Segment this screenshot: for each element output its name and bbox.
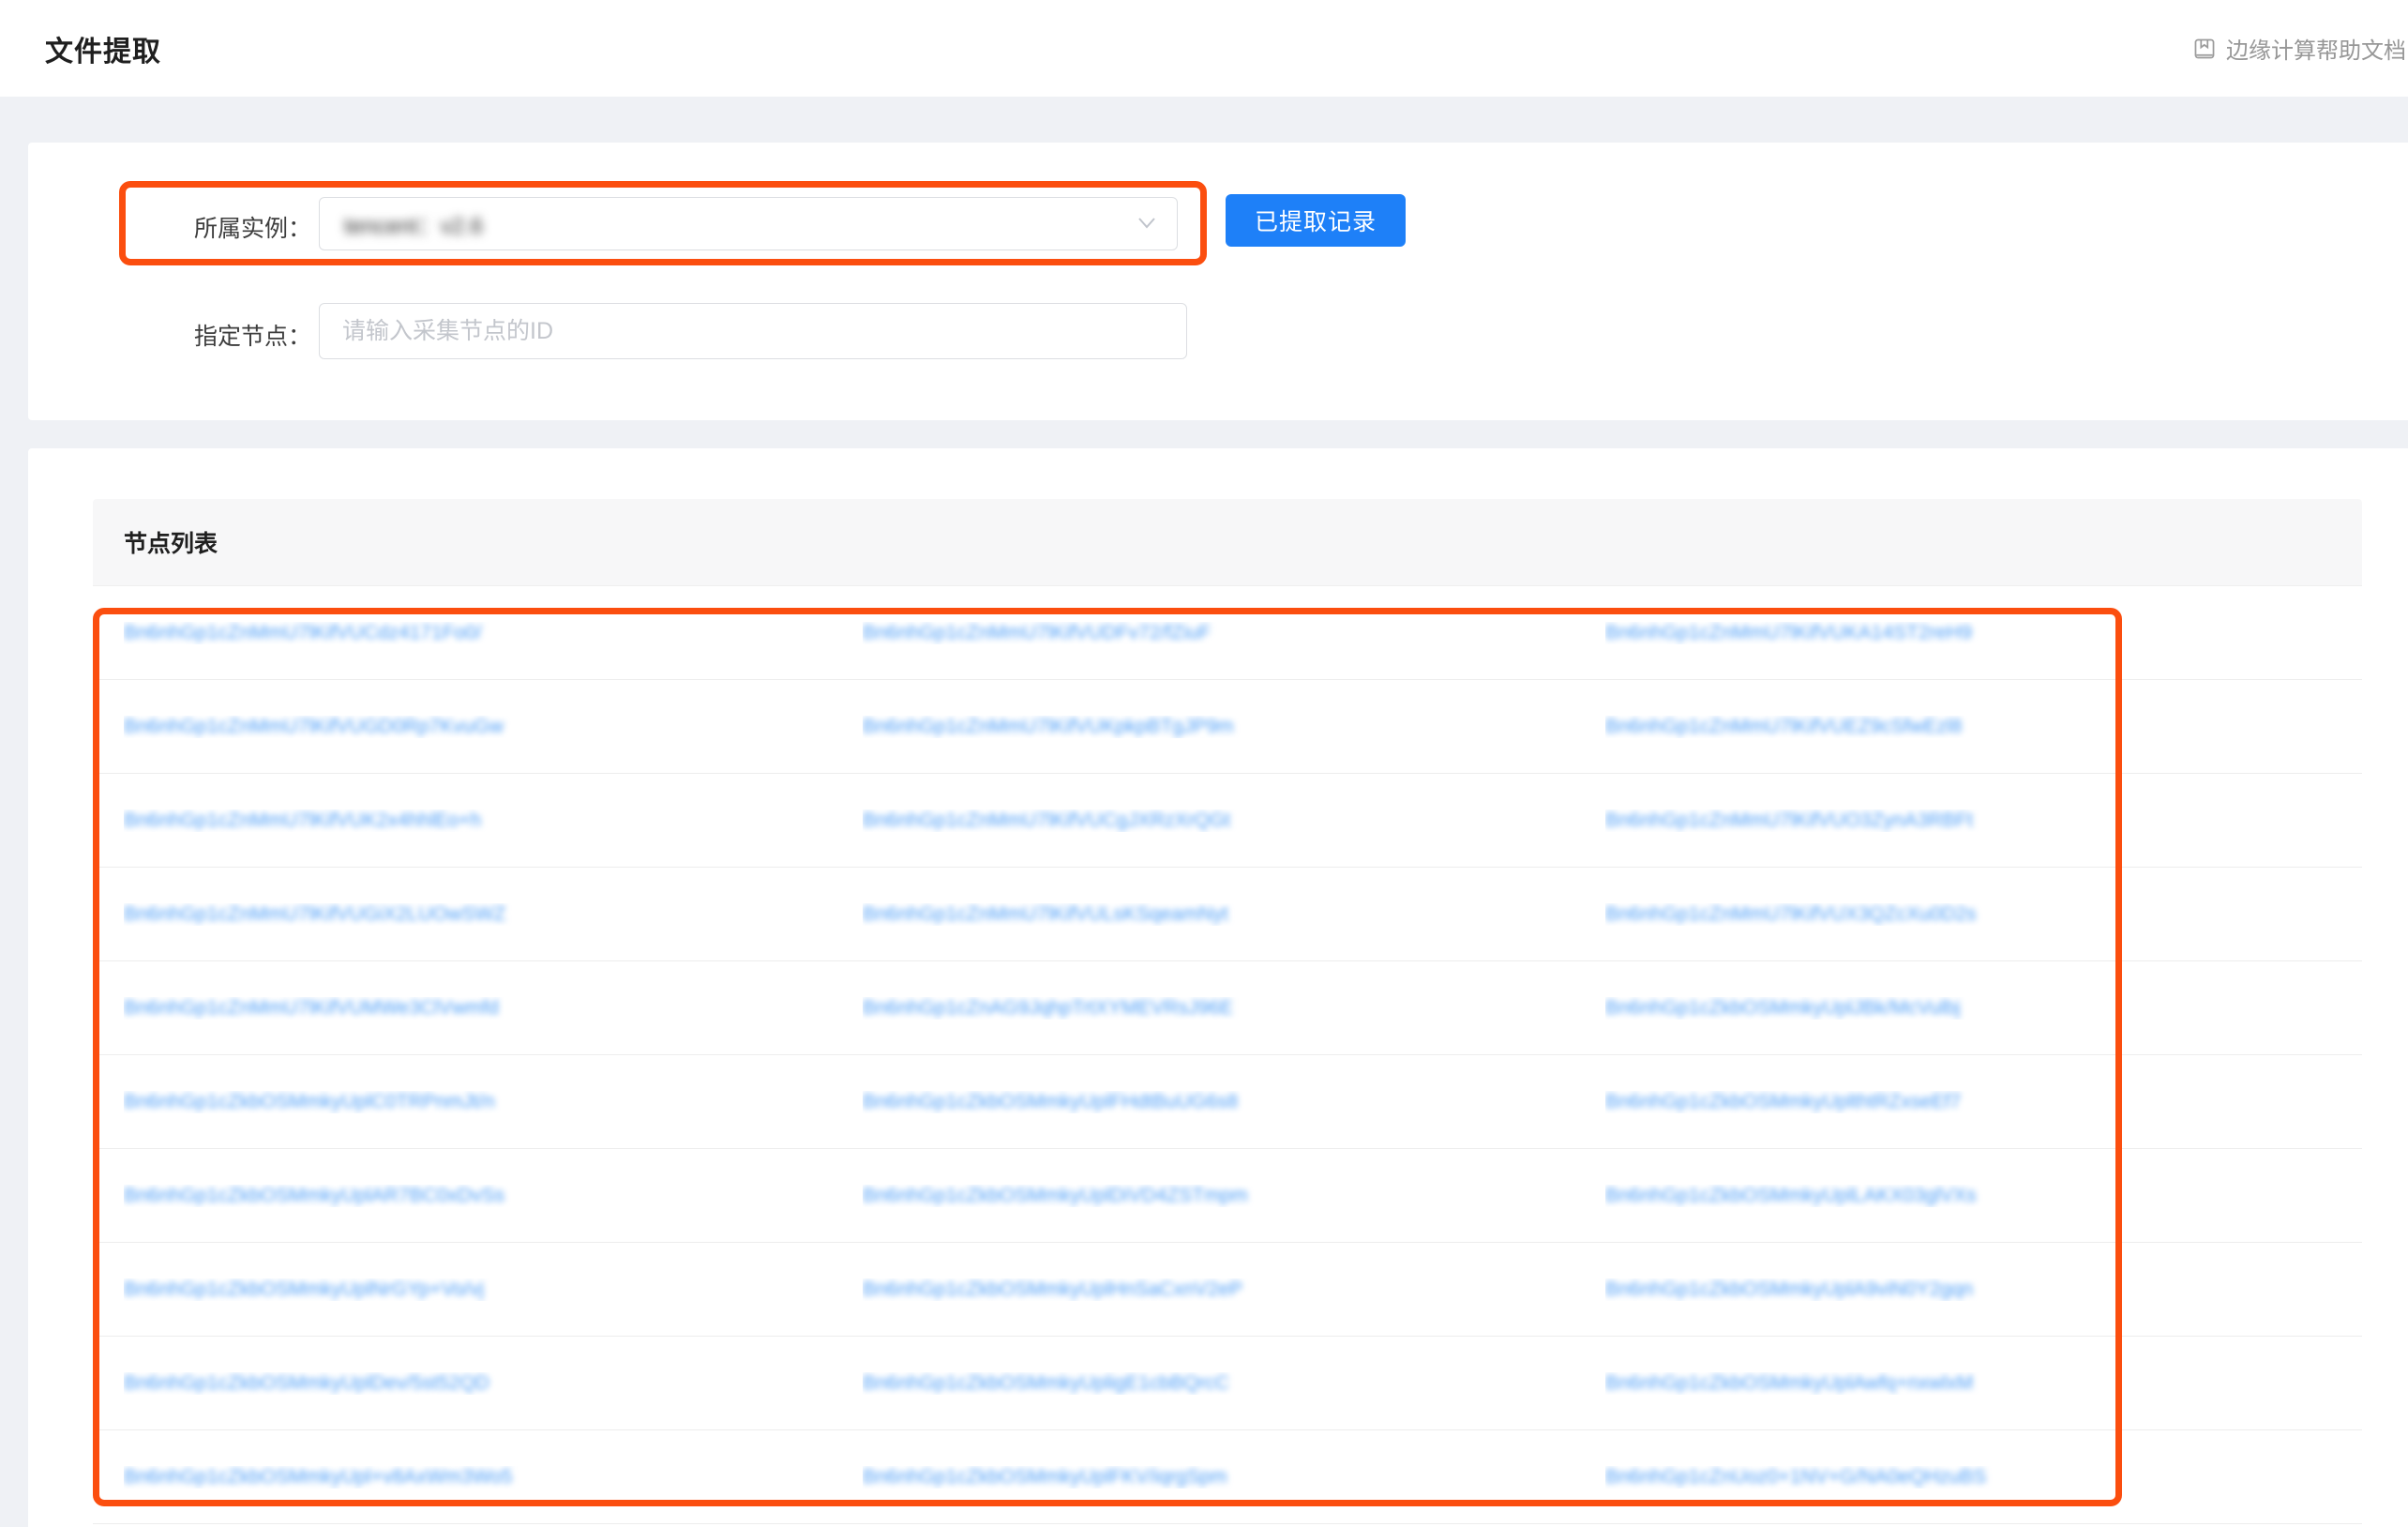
node-id-link[interactable]: Bn6nhGp1cZnUoz0+1NV+G/NA0eQHzuBS	[1605, 1466, 1986, 1488]
node-id-link[interactable]: Bn6nhGp1cZnMmU7lKifVUKA14ST2reH9	[1605, 622, 1972, 643]
node-list-card: 节点列表 Bn6nhGp1cZnMmU7lKifVUCdz4171Fo0/Bn6…	[28, 448, 2408, 1527]
node-id-cell: Bn6nhGp1cZnMmU7lKifVUDFv72/fZiuF	[863, 622, 1605, 644]
node-id-cell: Bn6nhGp1cZkbOSMmkyUplDev/5st52QD	[124, 1372, 863, 1395]
node-id-link[interactable]: Bn6nhGp1cZkbOSMmkyUplJBk/McVulbj	[1605, 997, 1961, 1019]
node-id-link[interactable]: Bn6nhGp1cZnMmU7lKifVUO3ZynA3RBFt	[1605, 809, 1973, 831]
node-id-link[interactable]: Bn6nhGp1cZnMmU7lKifVUCdz4171Fo0/	[124, 622, 482, 643]
instance-select-value: tencent：v2.6	[344, 207, 483, 240]
table-row: Bn6nhGp1cZnMmU7lKifVUGD0Rp7KvuGw Bn6nhGp1…	[93, 680, 2362, 774]
table-row: Bn6nhGp1cZnMmU7lKifVUK2x4hhlEo+h Bn6nhGp1…	[93, 774, 2362, 868]
node-id-link[interactable]: Bn6nhGp1cZkbOSMmkyUplNrGYp+Vo/vj	[124, 1278, 484, 1300]
node-id-cell: Bn6nhGp1cZkbOSMmkyUplLAKX03glVXs	[1605, 1185, 2362, 1207]
node-id-link[interactable]: Bn6nhGp1cZkbOSMmkyUplC0TRPnmJt/n	[124, 1091, 495, 1112]
node-list-header: 节点列表	[93, 499, 2362, 586]
table-row: Bn6nhGp1cZkbOSMmkyUplAR7BC0xDvSs Bn6nhGp1…	[93, 1149, 2362, 1243]
table-row: Bn6nhGp1cZnMmU7lKifVUCdz4171Fo0/Bn6nhGp1…	[93, 586, 2362, 680]
extracted-records-button[interactable]: 已提取记录	[1226, 194, 1406, 247]
node-id-cell: Bn6nhGp1cZnMmU7lKifVUCgJXRzXrQGt	[863, 809, 1605, 832]
node-list-rows: Bn6nhGp1cZnMmU7lKifVUCdz4171Fo0/Bn6nhGp1…	[93, 586, 2362, 1524]
node-id-cell: Bn6nhGp1cZkbOSMmkyUpligE1cbBQrcC	[863, 1372, 1605, 1395]
node-id-link[interactable]: Bn6nhGp1cZkbOSMmkyUplDiVD4ZSTmpm	[863, 1185, 1248, 1206]
node-id-cell: Bn6nhGp1cZnMmU7lKifVUK2x4hhlEo+h	[124, 809, 863, 832]
node-list-table: 节点列表 Bn6nhGp1cZnMmU7lKifVUCdz4171Fo0/Bn6…	[93, 499, 2362, 1524]
node-id-link[interactable]: Bn6nhGp1cZkbOSMmkyUplthtRZxseEf7	[1605, 1091, 1961, 1112]
node-id-link[interactable]: Bn6nhGp1cZnMmU7lKifVUGiX2LUOwSWZ	[124, 903, 505, 925]
node-id-cell: Bn6nhGp1cZkbOSMmkyUplFKV/iqrgSpm	[863, 1466, 1605, 1489]
node-id-input[interactable]	[319, 303, 1187, 359]
instance-select[interactable]: tencent：v2.6	[319, 197, 1178, 250]
node-id-link[interactable]: Bn6nhGp1cZnAG9JqhpTrtXYMEVRsJ96E	[863, 997, 1233, 1019]
node-id-cell: Bn6nhGp1cZkbOSMmkyUplA9viN0Y2gqn	[1605, 1278, 2362, 1301]
node-id-cell: Bn6nhGp1cZnMmU7lKifVUGD0Rp7KvuGw	[124, 716, 863, 738]
node-id-cell: Bn6nhGp1cZnMmU7lKifVUKpkpBTgJP9m	[863, 716, 1605, 738]
node-id-link[interactable]: Bn6nhGp1cZnMmU7lKifVUMWe3ClVwmfd	[124, 997, 499, 1019]
book-icon	[2192, 37, 2217, 61]
table-row: Bn6nhGp1cZkbOSMmkyUpl+v8AxWm3Wo5 Bn6nhGp1…	[93, 1430, 2362, 1524]
node-id-link[interactable]: Bn6nhGp1cZnMmU7lKifVULsKSqeamNyt	[863, 903, 1228, 925]
node-id-cell: Bn6nhGp1cZnMmU7lKifVUX3QZcXu0D2s	[1605, 903, 2362, 926]
table-row: Bn6nhGp1cZkbOSMmkyUplC0TRPnmJt/n Bn6nhGp1…	[93, 1055, 2362, 1149]
node-id-link[interactable]: Bn6nhGp1cZkbOSMmkyUplHnSaCxnV2eP	[863, 1278, 1242, 1300]
node-id-link[interactable]: Bn6nhGp1cZnMmU7lKifVUEZ9cSfwEzl8	[1605, 716, 1962, 737]
node-id-cell: Bn6nhGp1cZkbOSMmkyUplHnSaCxnV2eP	[863, 1278, 1605, 1301]
node-id-cell: Bn6nhGp1cZnMmU7lKifVUCdz4171Fo0/	[124, 622, 863, 644]
node-id-cell: Bn6nhGp1cZkbOSMmkyUplAR7BC0xDvSs	[124, 1185, 863, 1207]
node-id-link[interactable]: Bn6nhGp1cZnMmU7lKifVUKpkpBTgJP9m	[863, 716, 1234, 737]
node-id-cell: Bn6nhGp1cZkbOSMmkyUplNrGYp+Vo/vj	[124, 1278, 863, 1301]
help-doc-link[interactable]: 边缘计算帮助文档	[2192, 0, 2406, 97]
node-id-cell: Bn6nhGp1cZnMmU7lKifVUEZ9cSfwEzl8	[1605, 716, 2362, 738]
node-id-link[interactable]: Bn6nhGp1cZkbOSMmkyUpl+v8AxWm3Wo5	[124, 1466, 513, 1488]
node-id-cell: Bn6nhGp1cZkbOSMmkyUplJBk/McVulbj	[1605, 997, 2362, 1020]
chevron-down-icon	[1137, 217, 1156, 234]
node-id-link[interactable]: Bn6nhGp1cZnMmU7lKifVUCgJXRzXrQGt	[863, 809, 1230, 831]
table-row: Bn6nhGp1cZkbOSMmkyUplDev/5st52QD Bn6nhGp1…	[93, 1337, 2362, 1430]
table-row: Bn6nhGp1cZnMmU7lKifVUMWe3ClVwmfd Bn6nhGp1…	[93, 961, 2362, 1055]
table-row: Bn6nhGp1cZkbOSMmkyUplNrGYp+Vo/vj Bn6nhGp1…	[93, 1243, 2362, 1337]
node-id-cell: Bn6nhGp1cZkbOSMmkyUplFHdtBuUG6s8	[863, 1091, 1605, 1113]
node-id-cell: Bn6nhGp1cZnMmU7lKifVUO3ZynA3RBFt	[1605, 809, 2362, 832]
node-id-cell: Bn6nhGp1cZkbOSMmkyUplAwfq+nxwlxM	[1605, 1372, 2362, 1395]
node-id-link[interactable]: Bn6nhGp1cZkbOSMmkyUplLAKX03glVXs	[1605, 1185, 1977, 1206]
node-id-cell: Bn6nhGp1cZnMmU7lKifVUGiX2LUOwSWZ	[124, 903, 863, 926]
node-id-cell: Bn6nhGp1cZnMmU7lKifVULsKSqeamNyt	[863, 903, 1605, 926]
node-id-link[interactable]: Bn6nhGp1cZkbOSMmkyUpligE1cbBQrcC	[863, 1372, 1229, 1394]
instance-label: 所属实例：	[105, 210, 311, 244]
node-id-link[interactable]: Bn6nhGp1cZkbOSMmkyUplFKV/iqrgSpm	[863, 1466, 1227, 1488]
node-id-cell: Bn6nhGp1cZnAG9JqhpTrtXYMEVRsJ96E	[863, 997, 1605, 1020]
node-id-cell: Bn6nhGp1cZkbOSMmkyUplDiVD4ZSTmpm	[863, 1185, 1605, 1207]
help-doc-label: 边缘计算帮助文档	[2226, 32, 2406, 65]
node-id-cell: Bn6nhGp1cZkbOSMmkyUpl+v8AxWm3Wo5	[124, 1466, 863, 1489]
node-id-link[interactable]: Bn6nhGp1cZnMmU7lKifVUK2x4hhlEo+h	[124, 809, 481, 831]
node-id-link[interactable]: Bn6nhGp1cZkbOSMmkyUplFHdtBuUG6s8	[863, 1091, 1238, 1112]
node-id-link[interactable]: Bn6nhGp1cZnMmU7lKifVUDFv72/fZiuF	[863, 622, 1211, 643]
node-id-link[interactable]: Bn6nhGp1cZkbOSMmkyUplA9viN0Y2gqn	[1605, 1278, 1973, 1300]
node-id-cell: Bn6nhGp1cZnMmU7lKifVUMWe3ClVwmfd	[124, 997, 863, 1020]
extract-form-card: 所属实例： tencent：v2.6 已提取记录 指定节点：	[28, 143, 2408, 420]
node-id-link[interactable]: Bn6nhGp1cZkbOSMmkyUplAR7BC0xDvSs	[124, 1185, 504, 1206]
node-id-cell: Bn6nhGp1cZnMmU7lKifVUKA14ST2reH9	[1605, 622, 2362, 644]
node-id-link[interactable]: Bn6nhGp1cZkbOSMmkyUplAwfq+nxwlxM	[1605, 1372, 1973, 1394]
node-id-cell: Bn6nhGp1cZkbOSMmkyUplC0TRPnmJt/n	[124, 1091, 863, 1113]
table-row: Bn6nhGp1cZnMmU7lKifVUGiX2LUOwSWZ Bn6nhGp1…	[93, 868, 2362, 961]
page-title: 文件提取	[45, 0, 161, 97]
node-id-cell: Bn6nhGp1cZnUoz0+1NV+G/NA0eQHzuBS	[1605, 1466, 2362, 1489]
node-id-cell: Bn6nhGp1cZkbOSMmkyUplthtRZxseEf7	[1605, 1091, 2362, 1113]
node-list-title: 节点列表	[124, 525, 218, 559]
node-id-link[interactable]: Bn6nhGp1cZnMmU7lKifVUX3QZcXu0D2s	[1605, 903, 1977, 925]
node-label: 指定节点：	[105, 318, 311, 352]
node-id-link[interactable]: Bn6nhGp1cZnMmU7lKifVUGD0Rp7KvuGw	[124, 716, 504, 737]
top-header-bar: 文件提取 边缘计算帮助文档	[0, 0, 2408, 97]
node-id-link[interactable]: Bn6nhGp1cZkbOSMmkyUplDev/5st52QD	[124, 1372, 489, 1394]
